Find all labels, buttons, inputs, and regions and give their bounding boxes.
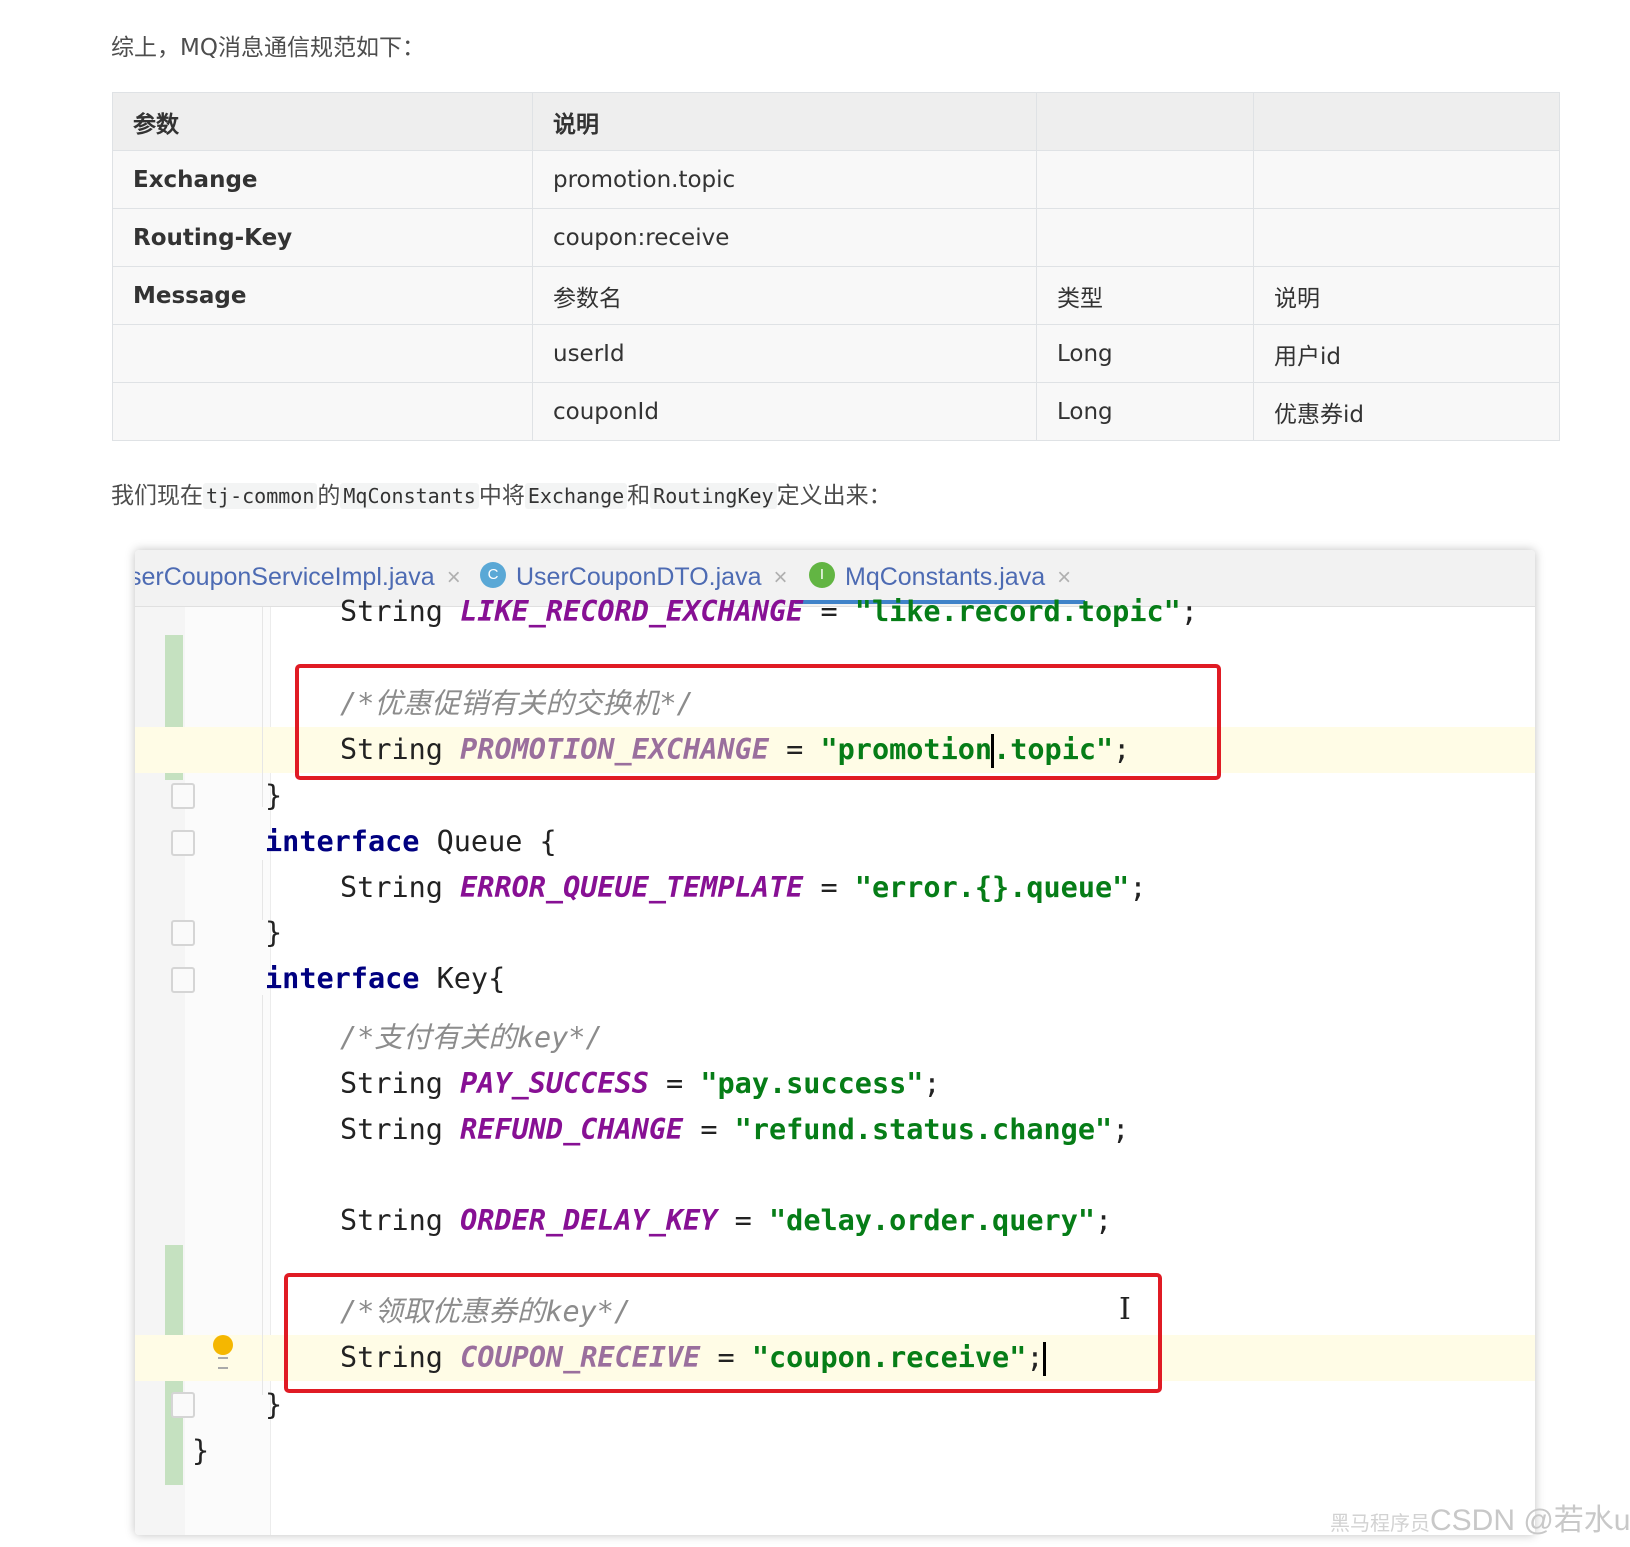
sentence-text: 中将 (478, 483, 525, 509)
table-row: Message 参数名 类型 说明 (112, 266, 1560, 325)
table-cell: Long (1036, 324, 1254, 383)
code-line: interface Key{ (265, 956, 505, 1002)
string-token: "refund.status.change" (734, 1113, 1113, 1146)
code-line: String REFUND_CHANGE = "refund.status.ch… (340, 1113, 1130, 1146)
identifier-token: Key{ (436, 962, 506, 995)
sentence-text: 我们现在 (111, 483, 203, 509)
type-token: String (340, 871, 443, 904)
table-cell: promotion.topic (532, 150, 1037, 209)
inline-code: MqConstants (340, 483, 479, 509)
table-cell: Routing-Key (112, 208, 533, 267)
highlight-box (284, 1273, 1162, 1393)
table-cell: 类型 (1036, 266, 1254, 325)
code-line: } (265, 1388, 283, 1421)
header-cell: 参数 (112, 92, 533, 151)
ide-screenshot: serCouponServiceImpl.java × C UserCouponDT… (135, 550, 1535, 1535)
table-cell: 说明 (1253, 266, 1560, 325)
inline-code: RoutingKey (650, 483, 777, 509)
inline-code: Exchange (524, 483, 628, 509)
table-cell: Exchange (112, 150, 533, 209)
table-row: userId Long 用户id (112, 324, 1560, 383)
table-cell (1036, 150, 1254, 209)
table-cell: 用户id (1253, 324, 1560, 383)
type-token: String (340, 1113, 443, 1146)
highlight-box (295, 664, 1221, 780)
code-line: } (265, 779, 283, 812)
watermark-sub: 黑马程序员 (1330, 1513, 1430, 1535)
constant-token: ORDER_DELAY_KEY (460, 1204, 718, 1237)
inline-code: tj-common (203, 483, 318, 509)
text-cursor-icon: I (1119, 1292, 1131, 1327)
code-line: String ORDER_DELAY_KEY = "delay.order.qu… (340, 1204, 1113, 1237)
code-line: } (265, 916, 283, 949)
header-cell: 说明 (532, 92, 1037, 151)
table-cell: Message (112, 266, 533, 325)
description-sentence: 我们现在 tj-common 的 MqConstants 中将 Exchange 和 Rout… (111, 476, 892, 510)
table-cell: couponId (532, 382, 1037, 441)
watermark: 黑马程序员CSDN @若水uy (1330, 1495, 1630, 1539)
string-token: "like.record.topic" (854, 595, 1181, 628)
header-cell (1253, 92, 1560, 151)
code-line: String ERROR_QUEUE_TEMPLATE = "error.{}.… (340, 871, 1147, 904)
table-cell: userId (532, 324, 1037, 383)
sentence-text: 的 (317, 483, 341, 509)
constant-token: ERROR_QUEUE_TEMPLATE (460, 871, 804, 904)
table-row: Routing-Key coupon:receive (112, 208, 1560, 267)
string-token: "pay.success" (700, 1067, 924, 1100)
constant-token: LIKE_RECORD_EXCHANGE (460, 595, 804, 628)
constant-token: REFUND_CHANGE (460, 1113, 684, 1146)
code-line: interface Queue { (265, 819, 557, 865)
string-token: "delay.order.query" (769, 1204, 1096, 1237)
table-cell (1036, 208, 1254, 267)
header-cell (1036, 92, 1254, 151)
identifier-token: Queue { (436, 825, 557, 858)
table-cell: Long (1036, 382, 1254, 441)
code-line: String PAY_SUCCESS = "pay.success"; (340, 1067, 941, 1100)
table-cell: coupon:receive (532, 208, 1037, 267)
constant-token: PAY_SUCCESS (460, 1067, 649, 1100)
comment-line: /*支付有关的key*/ (340, 1021, 603, 1054)
keyword-token: interface (265, 825, 420, 858)
sentence-text: 和 (627, 483, 651, 509)
intro-text: 综上，MQ消息通信规范如下： (111, 35, 425, 61)
table-header-row: 参数 说明 (112, 92, 1560, 151)
table-cell: 优惠券id (1253, 382, 1560, 441)
code-line: } (192, 1434, 210, 1467)
type-token: String (340, 1067, 443, 1100)
string-token: "error.{}.queue" (854, 871, 1130, 904)
keyword-token: interface (265, 962, 420, 995)
type-token: String (340, 1204, 443, 1237)
watermark-main: CSDN @若水uy (1430, 1504, 1630, 1537)
type-token: String (340, 595, 443, 628)
sentence-text: 定义出来： (776, 483, 892, 509)
table-cell: 参数名 (532, 266, 1037, 325)
table-cell (112, 324, 533, 383)
code-line: String LIKE_RECORD_EXCHANGE = "like.reco… (340, 595, 1198, 628)
table-cell (1253, 208, 1560, 267)
table-cell (112, 382, 533, 441)
table-row: Exchange promotion.topic (112, 150, 1560, 209)
table-row: couponId Long 优惠券id (112, 382, 1560, 441)
table-cell (1253, 150, 1560, 209)
mq-spec-table: 参数 说明 Exchange promotion.topic Routing-K… (112, 92, 1560, 441)
